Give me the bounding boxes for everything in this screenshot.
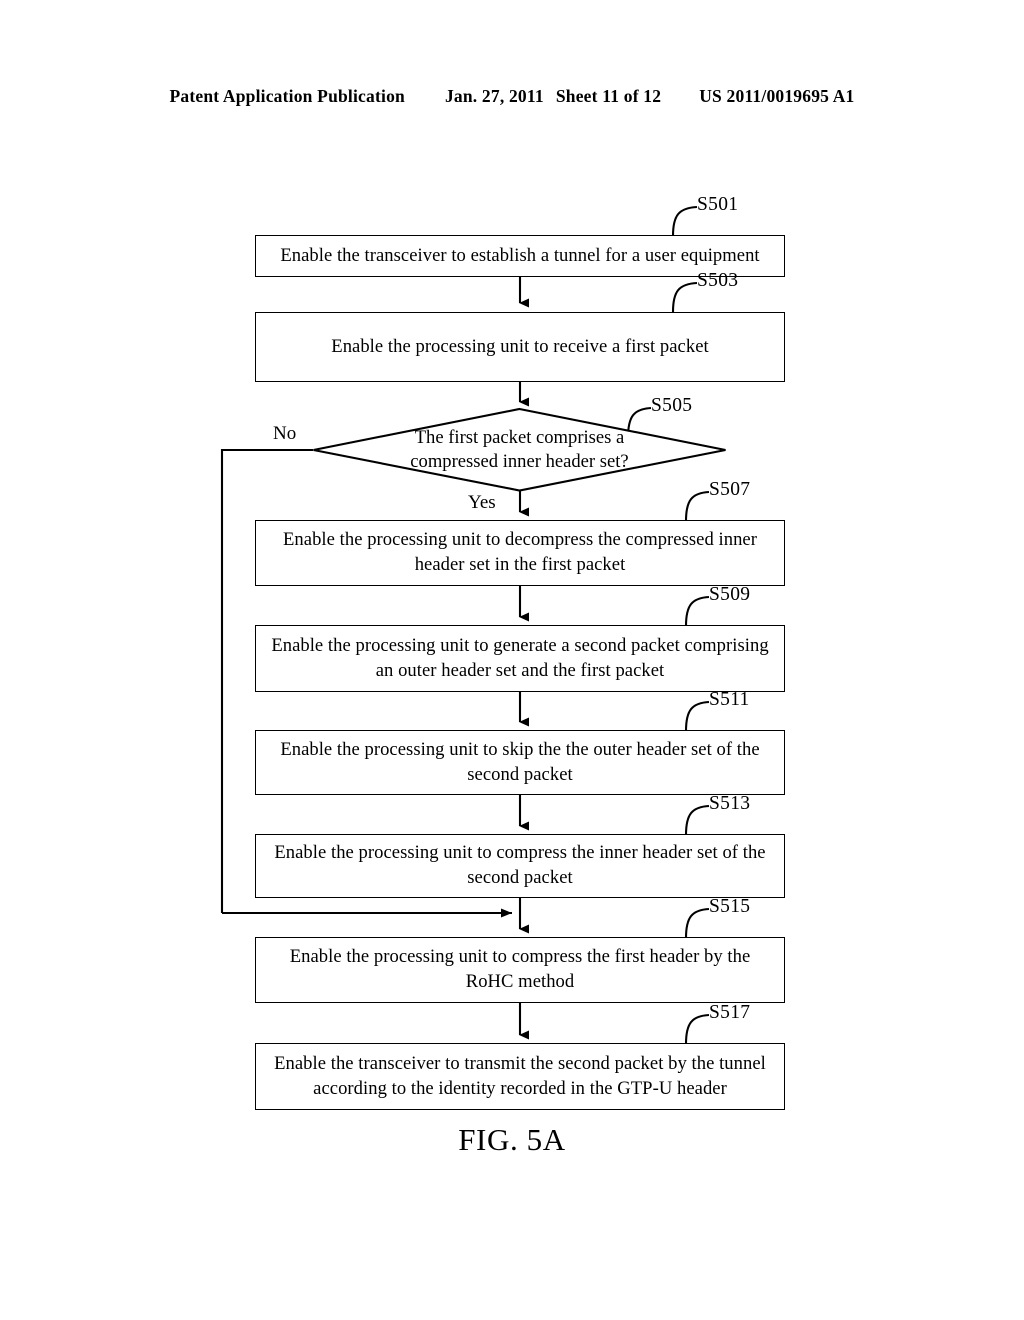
flow-node-s507-text: Enable the processing unit to decompress… <box>283 529 757 575</box>
leader-s507 <box>684 490 710 522</box>
flow-node-s503[interactable]: Enable the processing unit to receive a … <box>255 312 785 382</box>
flow-node-s513[interactable]: Enable the processing unit to compress t… <box>255 834 785 898</box>
flow-node-s509[interactable]: Enable the processing unit to generate a… <box>255 625 785 692</box>
flow-node-s515-text: Enable the processing unit to compress t… <box>289 946 751 992</box>
flow-node-s513-text: Enable the processing unit to compress t… <box>274 842 766 888</box>
flow-node-s505[interactable]: The first packet comprises a compressed … <box>310 407 730 492</box>
leader-s501 <box>671 205 698 237</box>
figure-caption: FIG. 5A <box>458 1122 566 1157</box>
leader-s517 <box>684 1013 710 1045</box>
flow-node-s501-text: Enable the transceiver to establish a tu… <box>280 244 760 266</box>
flow-node-s505-text: The first packet comprises a compressed … <box>310 426 730 474</box>
leader-s515 <box>684 907 710 939</box>
step-ref-s507: S507 <box>709 479 751 500</box>
flow-node-s505-text-line1: The first packet comprises a <box>414 426 625 448</box>
step-ref-s515: S515 <box>709 896 751 917</box>
flow-node-s517-text: Enable the transceiver to transmit the s… <box>274 1052 766 1099</box>
step-ref-s505: S505 <box>651 395 693 416</box>
flow-node-s503-text: Enable the processing unit to receive a … <box>331 335 709 357</box>
step-ref-s517: S517 <box>709 1002 751 1023</box>
flow-node-s505-text-line2: compressed inner header set? <box>410 451 629 472</box>
leader-s509 <box>684 595 710 627</box>
flow-node-s511[interactable]: Enable the processing unit to skip the t… <box>255 730 785 795</box>
branch-label-no: No <box>273 423 297 444</box>
step-ref-s513: S513 <box>709 793 751 814</box>
flow-node-s507[interactable]: Enable the processing unit to decompress… <box>255 520 785 586</box>
flow-node-s517[interactable]: Enable the transceiver to transmit the s… <box>255 1043 785 1110</box>
leader-s503 <box>671 281 698 313</box>
step-ref-s509: S509 <box>709 584 751 605</box>
step-ref-s511: S511 <box>709 689 750 710</box>
flow-node-s509-text: Enable the processing unit to generate a… <box>271 634 769 681</box>
flow-node-s511-text: Enable the processing unit to skip the t… <box>280 738 760 785</box>
leader-s513 <box>684 804 710 836</box>
leader-s511 <box>684 700 710 732</box>
step-ref-s503: S503 <box>697 270 739 291</box>
step-ref-s501: S501 <box>697 194 739 215</box>
flow-node-s515[interactable]: Enable the processing unit to compress t… <box>255 937 785 1003</box>
branch-label-yes: Yes <box>468 492 496 513</box>
